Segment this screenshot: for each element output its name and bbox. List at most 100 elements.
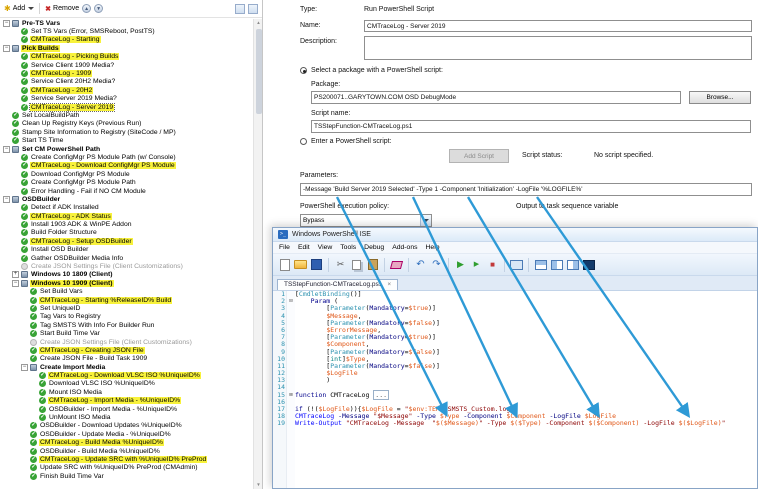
tree-item[interactable]: −Create Import Media xyxy=(0,363,253,371)
tree-item[interactable]: ✓Service Server 2019 Media? xyxy=(0,95,253,103)
tree-item[interactable]: ✓Set TS Vars (Error, SMSReboot, PostTS) xyxy=(0,27,253,35)
tree-item[interactable]: ✓Finish Build Time Var xyxy=(0,472,253,480)
clear-icon[interactable] xyxy=(390,258,403,271)
tree-item[interactable]: ✓Clean Up Registry Keys (Previous Run) xyxy=(0,120,253,128)
tree-item[interactable]: ✓CMTraceLog - Update SRC with %UniqueID%… xyxy=(0,455,253,463)
undo-icon[interactable]: ↶ xyxy=(414,258,427,271)
new-icon[interactable] xyxy=(278,258,291,271)
tree-item[interactable]: ✓CMTraceLog - Build Media %UniqueID% xyxy=(0,439,253,447)
tree-item[interactable]: ✓Set Build Vars xyxy=(0,288,253,296)
console-icon[interactable] xyxy=(582,258,595,271)
scrollbar-thumb[interactable] xyxy=(256,29,262,114)
tree-item[interactable]: ✓CMTraceLog - Creating JSON File xyxy=(0,346,253,354)
chevron-down-icon[interactable] xyxy=(420,215,431,226)
collapse-icon[interactable]: − xyxy=(12,280,19,287)
menu-view[interactable]: View xyxy=(318,244,333,251)
tree-item[interactable]: ✓Build Folder Structure xyxy=(0,229,253,237)
tree-item[interactable]: ✓OSDBuilder - Import Media - %UniqueID% xyxy=(0,405,253,413)
menu-addons[interactable]: Add-ons xyxy=(392,244,417,251)
tree-item[interactable]: ✓CMTraceLog - Starting %ReleaseID% Build xyxy=(0,296,253,304)
collapse-icon[interactable]: − xyxy=(21,364,28,371)
tree-item[interactable]: −Set CM PowerShell Path xyxy=(0,145,253,153)
script-name-field[interactable] xyxy=(311,120,751,133)
tree-item[interactable]: ✓Install OSD Builder xyxy=(0,246,253,254)
open-icon[interactable] xyxy=(294,258,307,271)
collapse-icon[interactable]: − xyxy=(3,196,10,203)
tree-item[interactable]: ✓CMTraceLog - Import Media - %UniqueID% xyxy=(0,397,253,405)
tree-item[interactable]: ✓Create ConfigMgr PS Module Path xyxy=(0,178,253,186)
scroll-down-icon[interactable]: ▼ xyxy=(254,481,263,489)
remove-button[interactable]: ✖ Remove xyxy=(45,5,79,13)
script-editor[interactable]: 1[CmdletBinding()]2⊟ Param (3 [Parameter… xyxy=(273,291,757,488)
collapse-icon[interactable]: − xyxy=(3,146,10,153)
stop-icon[interactable]: ■ xyxy=(486,258,499,271)
expand-all-icon[interactable] xyxy=(235,4,245,14)
tree-item[interactable]: ✓Update SRC with %UniqueID% PreProd (CMA… xyxy=(0,464,253,472)
add-script-button[interactable]: Add Script xyxy=(449,149,509,163)
pane-split-icon[interactable] xyxy=(550,258,563,271)
scroll-up-icon[interactable]: ▲ xyxy=(254,19,263,27)
tree-item[interactable]: ✓CMTraceLog - 20H2 xyxy=(0,86,253,94)
parameters-field[interactable] xyxy=(300,183,752,196)
menu-debug[interactable]: Debug xyxy=(364,244,384,251)
name-field[interactable] xyxy=(364,20,752,32)
tree-item[interactable]: −Pick Builds xyxy=(0,44,253,52)
copy-icon[interactable] xyxy=(350,258,363,271)
tree-item[interactable]: ✓Download ConfigMgr PS Module xyxy=(0,170,253,178)
step-tree[interactable]: −Pre-TS Vars✓Set TS Vars (Error, SMSRebo… xyxy=(0,19,253,489)
collapse-icon[interactable]: − xyxy=(3,45,10,52)
collapse-icon[interactable]: − xyxy=(3,20,10,27)
tree-item[interactable]: ✓OSDBuilder - Update Media - %UniqueID% xyxy=(0,430,253,438)
tree-item[interactable]: ✓CMTraceLog - Download VLSC ISO %UniqueI… xyxy=(0,371,253,379)
tree-item[interactable]: ✓Install 1903 ADK & WinPE Addon xyxy=(0,220,253,228)
expand-icon[interactable]: + xyxy=(12,271,19,278)
menu-tools[interactable]: Tools xyxy=(340,244,356,251)
tree-item[interactable]: ✓Set UniqueID xyxy=(0,304,253,312)
browse-button[interactable]: Browse... xyxy=(689,91,751,104)
save-icon[interactable] xyxy=(310,258,323,271)
move-up-icon[interactable]: ▲ xyxy=(82,4,91,13)
script-tab[interactable]: TSStepFunction-CMTraceLog.ps1 × xyxy=(277,279,398,290)
tree-item[interactable]: ✓Gather OSDBuilder Media Info xyxy=(0,254,253,262)
package-field[interactable]: PS200071..GARYTOWN.COM OSD DebugMode xyxy=(311,91,681,104)
tree-item[interactable]: −OSDBuilder xyxy=(0,195,253,203)
tree-item[interactable]: Create JSON Settings File (Client Custom… xyxy=(0,338,253,346)
tree-item[interactable]: ✓Create JSON File - Build Task 1909 xyxy=(0,355,253,363)
tree-item[interactable]: ✓CMTraceLog - Setup OSDBuilder xyxy=(0,237,253,245)
description-field[interactable] xyxy=(364,36,752,60)
tree-item[interactable]: ✓CMTraceLog - Starting xyxy=(0,36,253,44)
chevron-down-icon[interactable] xyxy=(28,7,34,10)
run-icon[interactable]: ▶ xyxy=(454,258,467,271)
pane-top-icon[interactable] xyxy=(534,258,547,271)
tree-item[interactable]: Create JSON Settings File (Client Custom… xyxy=(0,262,253,270)
tree-item[interactable]: ✓CMTraceLog - Server 2019 xyxy=(0,103,253,111)
execution-policy-select[interactable]: Bypass xyxy=(300,214,432,227)
move-down-icon[interactable]: ▼ xyxy=(94,4,103,13)
tree-scrollbar[interactable]: ▲ ▼ xyxy=(253,19,262,489)
tree-item[interactable]: ✓Start TS Time xyxy=(0,136,253,144)
tree-item[interactable]: −Windows 10 1909 (Client) xyxy=(0,279,253,287)
tree-item[interactable]: ✓Service Client 20H2 Media? xyxy=(0,78,253,86)
tree-item[interactable]: −Pre-TS Vars xyxy=(0,19,253,27)
tree-item[interactable]: ✓Service Client 1909 Media? xyxy=(0,61,253,69)
menu-edit[interactable]: Edit xyxy=(298,244,310,251)
close-icon[interactable]: × xyxy=(387,281,391,288)
tree-item[interactable]: ✓Start Build Time Var xyxy=(0,329,253,337)
tree-item[interactable]: ✓UnMount ISO Media xyxy=(0,413,253,421)
tree-item[interactable]: ✓Tag SMSTS With Info For Builder Run xyxy=(0,321,253,329)
paste-icon[interactable] xyxy=(366,258,379,271)
tree-item[interactable]: ✓Detect if ADK Installed xyxy=(0,204,253,212)
tree-item[interactable]: ✓Download VLSC ISO %UniqueID% xyxy=(0,380,253,388)
tree-item[interactable]: ✓CMTraceLog - ADK Status xyxy=(0,212,253,220)
runsel-icon[interactable]: ▶ xyxy=(470,258,483,271)
add-button[interactable]: ✱ Add xyxy=(4,5,34,13)
tree-item[interactable]: ✓CMTraceLog - Picking Builds xyxy=(0,53,253,61)
cut-icon[interactable]: ✂ xyxy=(334,258,347,271)
enter-script-radio[interactable]: Enter a PowerShell script: xyxy=(300,138,392,145)
fold-collapse-icon[interactable]: ⊟ xyxy=(287,298,295,305)
tree-item[interactable]: ✓CMTraceLog - Download ConfigMgr PS Modu… xyxy=(0,162,253,170)
ise-title-bar[interactable]: >_ Windows PowerShell ISE xyxy=(273,228,757,242)
tree-item[interactable]: ✓Stamp Site Information to Registry (Sit… xyxy=(0,128,253,136)
redo-icon[interactable]: ↷ xyxy=(430,258,443,271)
tree-item[interactable]: ✓Mount ISO Media xyxy=(0,388,253,396)
